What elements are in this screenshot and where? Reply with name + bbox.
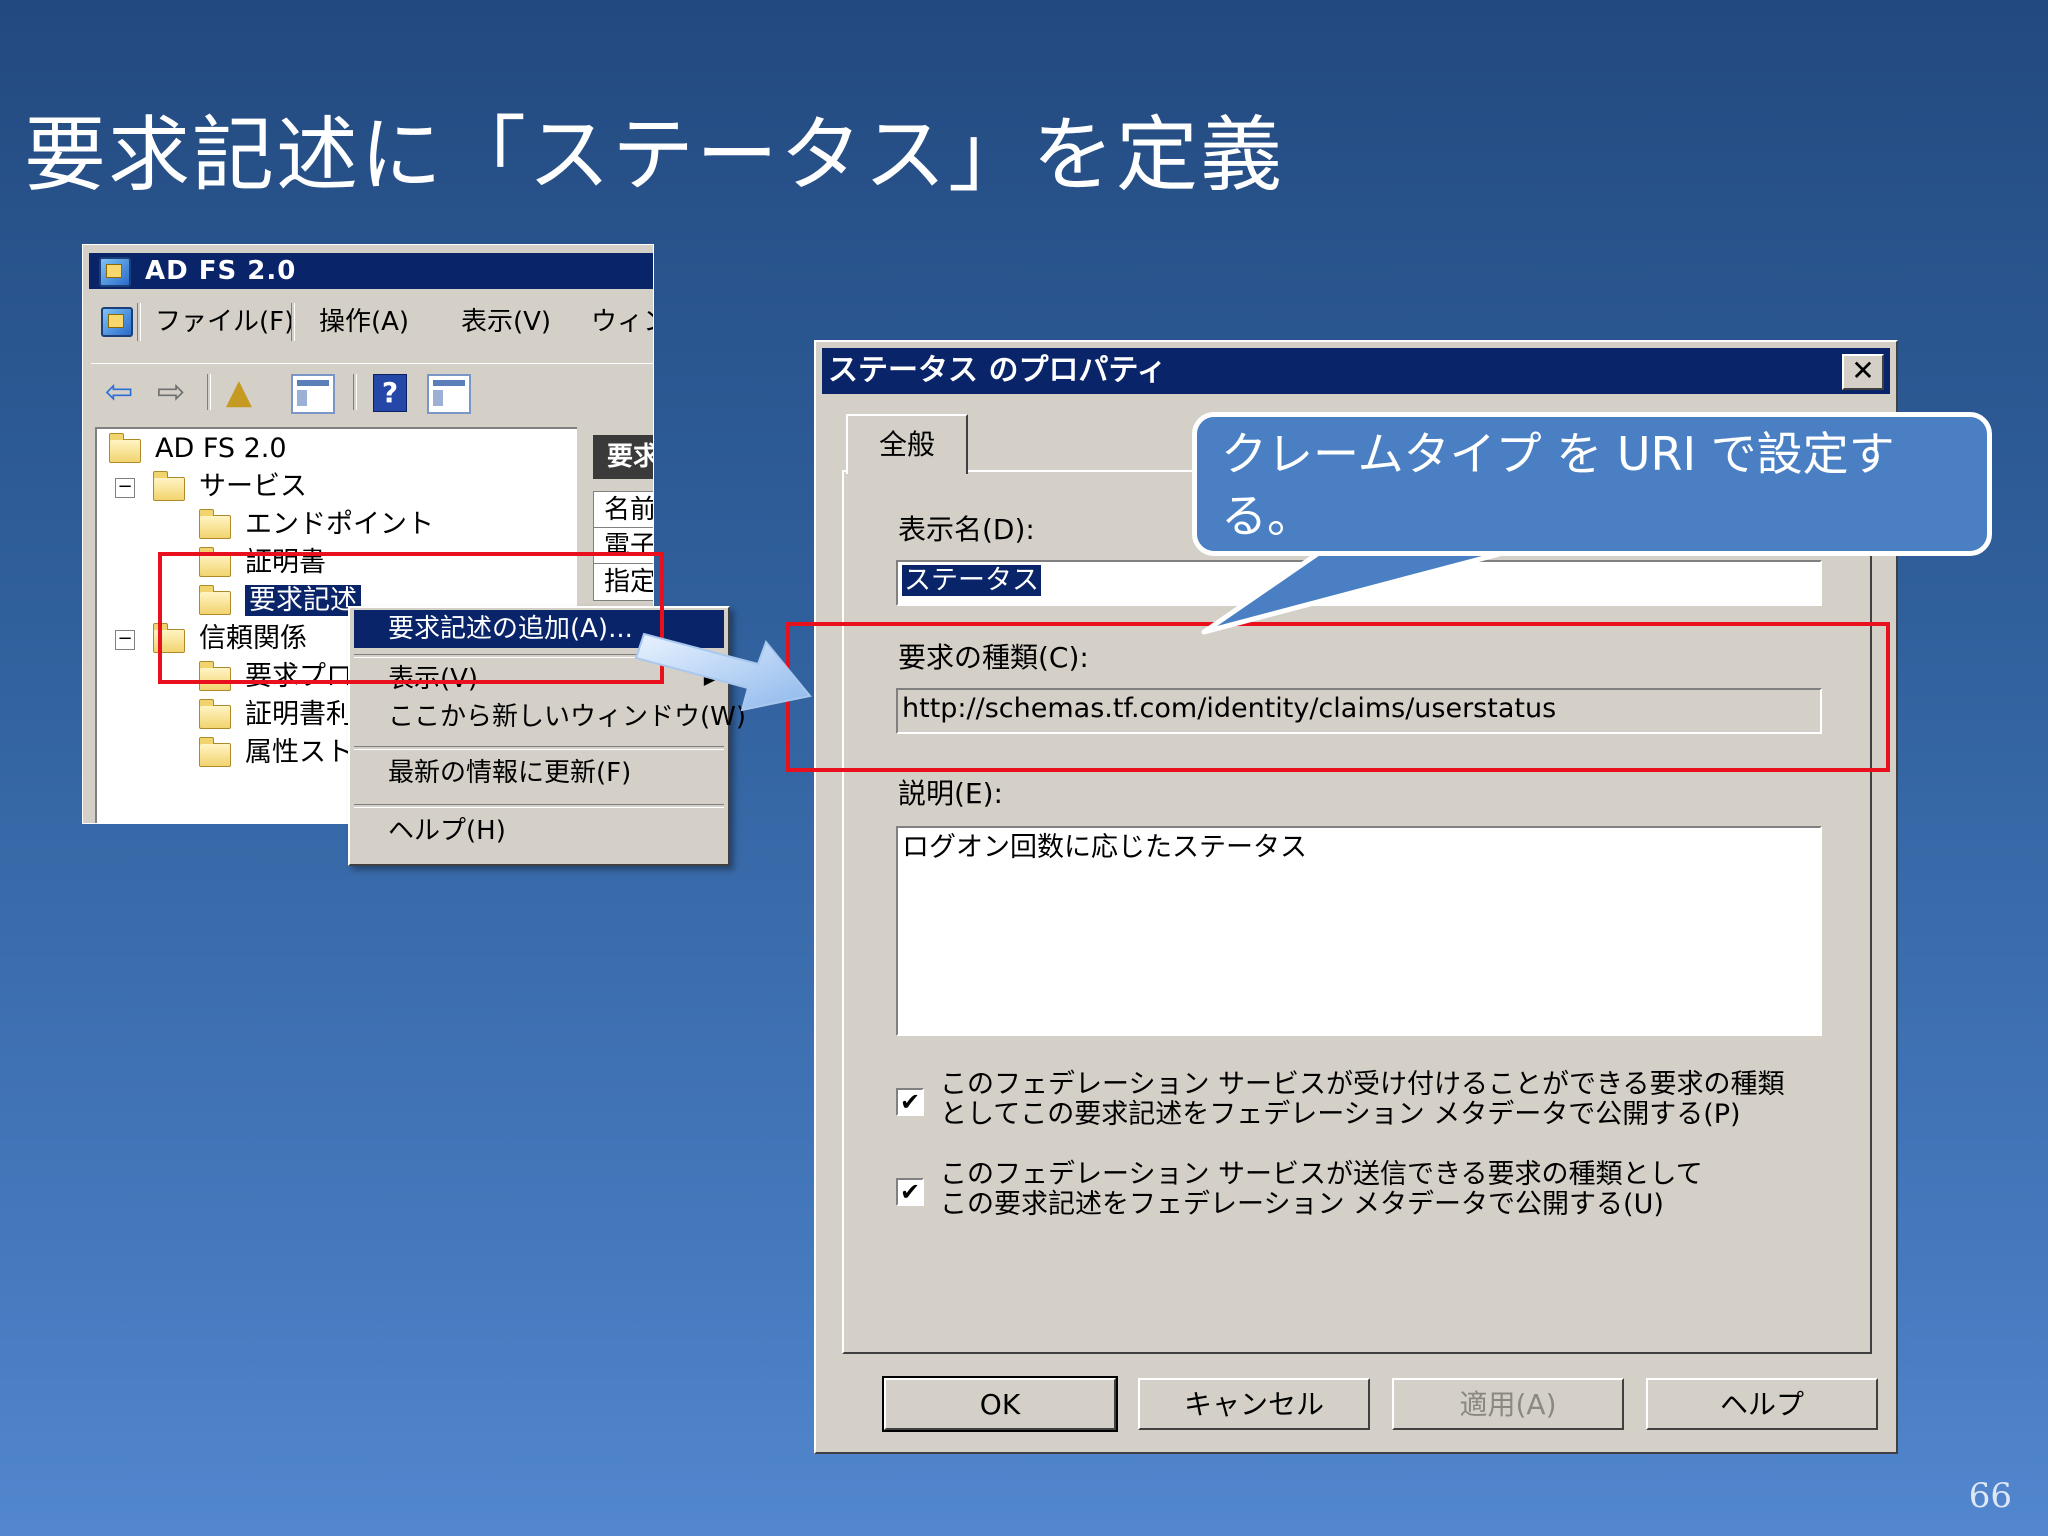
display-name-value: ステータス <box>902 565 1041 596</box>
apply-button[interactable]: 適用(A) <box>1392 1378 1624 1430</box>
dialog-title-bar[interactable]: ステータス のプロパティ ✕ <box>822 348 1890 394</box>
slide-title: 要求記述に「ステータス」を定義 <box>24 108 1285 203</box>
folder-icon <box>199 509 231 539</box>
highlight-box-claim-type <box>786 622 1890 772</box>
folder-icon <box>199 737 231 767</box>
description-label: 説明(E): <box>898 777 1003 810</box>
show-hide-action-pane-icon[interactable] <box>427 374 471 414</box>
console-icon[interactable] <box>101 307 133 337</box>
help-button[interactable]: ヘルプ <box>1646 1378 1878 1430</box>
menu-item-help[interactable]: ヘルプ(H) <box>354 812 724 850</box>
tab-general[interactable]: 全般 <box>846 414 968 474</box>
mmc-title-bar[interactable]: AD FS 2.0 <box>89 253 653 289</box>
folder-icon <box>199 699 231 729</box>
menu-separator <box>354 746 724 750</box>
menu-separator <box>137 303 141 341</box>
menu-separator <box>354 804 724 808</box>
menu-view[interactable]: 表示(V) <box>461 299 551 345</box>
back-arrow-icon[interactable]: ⇦ <box>99 372 139 412</box>
highlight-box-claim-descriptions <box>158 552 664 684</box>
publish-accepted-checkbox[interactable]: ✔ <box>896 1088 924 1116</box>
tree-item-adfs-root[interactable]: AD FS 2.0 <box>109 431 287 467</box>
publish-sent-label: このフェデレーション サービスが送信できる要求の種類として この要求記述をフェデ… <box>940 1159 1703 1220</box>
dialog-title: ステータス のプロパティ <box>828 353 1167 388</box>
folder-icon <box>153 471 185 501</box>
callout-bubble: クレームタイプ を URI で設定する。 <box>1192 412 1992 556</box>
ok-button[interactable]: OK <box>882 1376 1118 1432</box>
page-number: 66 <box>1968 1476 2012 1516</box>
results-pane-header: 要求 <box>593 435 653 479</box>
menu-separator <box>291 303 295 341</box>
show-hide-tree-icon[interactable] <box>291 374 335 414</box>
mmc-menu-bar: ファイル(F) 操作(A) 表示(V) ウィン <box>91 299 653 345</box>
folder-icon <box>109 433 141 463</box>
up-folder-icon[interactable]: ▲ <box>219 372 259 412</box>
cancel-button[interactable]: キャンセル <box>1138 1378 1370 1430</box>
mmc-toolbar: ⇦ ⇨ ▲ ? <box>91 363 653 418</box>
connector-arrow-icon <box>634 632 812 712</box>
mmc-window-title: AD FS 2.0 <box>145 256 297 286</box>
help-icon[interactable]: ? <box>373 374 407 412</box>
toolbar-separator <box>207 374 211 410</box>
tree-item-endpoints[interactable]: エンドポイント <box>199 507 434 543</box>
collapse-icon[interactable]: − <box>115 630 135 650</box>
publish-sent-checkbox[interactable]: ✔ <box>896 1178 924 1206</box>
display-name-label: 表示名(D): <box>898 513 1035 546</box>
menu-item-refresh[interactable]: 最新の情報に更新(F) <box>354 754 724 792</box>
description-textarea[interactable]: ログオン回数に応じたステータス <box>896 826 1822 1036</box>
menu-action[interactable]: 操作(A) <box>319 299 409 345</box>
toolbar-separator <box>353 374 357 410</box>
tree-item-attribute-stores[interactable]: 属性スト <box>199 735 353 771</box>
adfs-app-icon <box>99 257 131 287</box>
tree-item-service[interactable]: − サービス <box>115 469 307 505</box>
forward-arrow-icon[interactable]: ⇨ <box>151 372 191 412</box>
menu-window[interactable]: ウィン <box>591 299 653 345</box>
menu-file[interactable]: ファイル(F) <box>155 299 294 345</box>
tree-item-relying-party[interactable]: 証明書利 <box>199 697 353 733</box>
callout-text: クレームタイプ を URI で設定する。 <box>1221 427 1895 543</box>
column-header-name[interactable]: 名前 <box>593 491 653 529</box>
publish-accepted-label: このフェデレーション サービスが受け付けることができる要求の種類 としてこの要求… <box>940 1069 1785 1130</box>
close-icon[interactable]: ✕ <box>1842 354 1884 390</box>
collapse-icon[interactable]: − <box>115 478 135 498</box>
